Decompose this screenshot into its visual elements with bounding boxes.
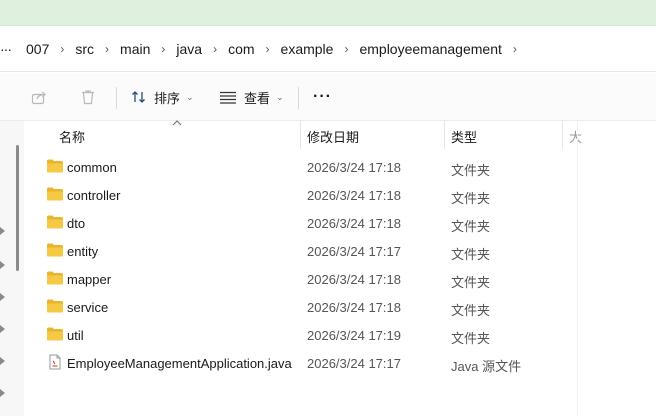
toolbar-divider: [116, 87, 117, 109]
folder-icon: [46, 158, 64, 174]
breadcrumb-item-employeemanagement[interactable]: employeemanagement: [359, 41, 501, 57]
list-item[interactable]: controller 2026/3/24 17:18 文件夹: [24, 181, 656, 209]
folder-icon: [46, 242, 64, 258]
chevron-right-icon[interactable]: ›: [255, 42, 281, 56]
file-name: common: [67, 160, 117, 175]
file-name: mapper: [67, 272, 112, 287]
file-name: util: [67, 328, 84, 343]
sort-button[interactable]: 排序 ⌄: [131, 83, 194, 111]
breadcrumb: ··· 007 › src › main › java › com › exam…: [0, 38, 528, 60]
file-type: Java 源文件: [451, 359, 522, 374]
file-name: controller: [67, 188, 121, 203]
list-item[interactable]: entity 2026/3/24 17:17 文件夹: [24, 237, 656, 265]
file-name: dto: [67, 216, 86, 231]
view-label: 查看: [244, 90, 271, 106]
file-list: 名称 修改日期 类型 大 common 2026/3/24 17:18 文件夹 …: [24, 120, 656, 416]
file-type: 文件夹: [451, 219, 491, 234]
breadcrumb-item-src[interactable]: src: [75, 41, 94, 57]
toolbar-divider: [298, 87, 299, 109]
file-date: 2026/3/24 17:17: [307, 244, 401, 259]
list-item[interactable]: util 2026/3/24 17:19 文件夹: [24, 321, 656, 349]
chevron-down-icon: ⌄: [276, 91, 284, 102]
chevron-right-icon[interactable]: ›: [333, 42, 359, 56]
file-date: 2026/3/24 17:18: [307, 300, 401, 315]
file-date: 2026/3/24 17:18: [307, 160, 401, 175]
delete-button[interactable]: [79, 83, 97, 111]
column-header-size[interactable]: 大: [569, 127, 582, 146]
breadcrumb-item-main[interactable]: main: [120, 41, 150, 57]
command-bar: 排序 ⌄ 查看 ⌄ ···: [0, 73, 656, 121]
file-date: 2026/3/24 17:18: [307, 216, 401, 231]
view-button[interactable]: 查看 ⌄: [219, 83, 284, 111]
file-name: EmployeeManagementApplication.java: [67, 356, 292, 371]
file-date: 2026/3/24 17:18: [307, 188, 401, 203]
chevron-right-icon[interactable]: ›: [49, 42, 75, 56]
sort-label: 排序: [154, 90, 181, 106]
java-file-icon: [46, 354, 64, 370]
navigation-pane-edge: [0, 121, 24, 416]
column-header-row: 名称 修改日期 类型 大: [24, 120, 656, 416]
file-date: 2026/3/24 17:18: [307, 272, 401, 287]
file-type: 文件夹: [451, 163, 491, 178]
trash-icon: [82, 90, 94, 105]
folder-icon: [46, 270, 64, 286]
column-divider[interactable]: [562, 121, 563, 149]
column-header-type[interactable]: 类型: [451, 127, 477, 146]
file-name: entity: [67, 244, 99, 259]
list-item[interactable]: service 2026/3/24 17:18 文件夹: [24, 293, 656, 321]
column-header-name[interactable]: 名称: [59, 127, 85, 146]
file-date: 2026/3/24 17:17: [307, 356, 401, 371]
folder-icon: [46, 186, 64, 202]
chevron-down-icon: ⌄: [186, 91, 194, 102]
file-name: service: [67, 300, 109, 315]
column-divider[interactable]: [444, 121, 445, 149]
expand-arrow-icon[interactable]: [0, 227, 6, 235]
breadcrumb-item-007[interactable]: 007: [26, 41, 49, 57]
file-type: 文件夹: [451, 275, 491, 290]
breadcrumb-overflow-button[interactable]: ···: [0, 41, 16, 57]
chevron-right-icon[interactable]: ›: [202, 42, 228, 56]
share-icon: [31, 91, 46, 105]
column-header-date[interactable]: 修改日期: [307, 127, 359, 146]
share-button[interactable]: [30, 83, 48, 111]
expand-arrow-icon[interactable]: [0, 261, 6, 269]
more-options-button[interactable]: ···: [313, 83, 332, 111]
file-type: 文件夹: [451, 191, 491, 206]
file-date: 2026/3/24 17:19: [307, 328, 401, 343]
window-top-strip: [0, 0, 656, 26]
breadcrumb-item-example[interactable]: example: [281, 41, 334, 57]
folder-icon: [46, 326, 64, 342]
address-bar[interactable]: ··· 007 › src › main › java › com › exam…: [0, 26, 656, 72]
column-divider[interactable]: [300, 121, 301, 149]
breadcrumb-item-java[interactable]: java: [176, 41, 202, 57]
expand-arrow-icon[interactable]: [0, 293, 6, 301]
expand-arrow-icon[interactable]: [0, 325, 6, 333]
nav-scrollbar-thumb[interactable]: [16, 145, 19, 271]
expand-arrow-icon[interactable]: [0, 389, 6, 397]
file-type: 文件夹: [451, 303, 491, 318]
sort-ascending-icon: [172, 120, 182, 126]
chevron-right-icon[interactable]: ›: [94, 42, 120, 56]
chevron-right-icon[interactable]: ›: [150, 42, 176, 56]
list-item[interactable]: common 2026/3/24 17:18 文件夹: [24, 153, 656, 181]
chevron-right-icon[interactable]: ›: [502, 42, 528, 56]
file-type: 文件夹: [451, 331, 491, 346]
folder-icon: [46, 214, 64, 230]
expand-arrow-icon[interactable]: [0, 357, 6, 365]
folder-icon: [46, 298, 64, 314]
list-item[interactable]: mapper 2026/3/24 17:18 文件夹: [24, 265, 656, 293]
list-item[interactable]: EmployeeManagementApplication.java 2026/…: [24, 349, 656, 377]
view-list-icon: [220, 91, 236, 104]
file-type: 文件夹: [451, 247, 491, 262]
list-item[interactable]: dto 2026/3/24 17:18 文件夹: [24, 209, 656, 237]
sort-icon: [132, 91, 145, 103]
breadcrumb-item-com[interactable]: com: [228, 41, 254, 57]
